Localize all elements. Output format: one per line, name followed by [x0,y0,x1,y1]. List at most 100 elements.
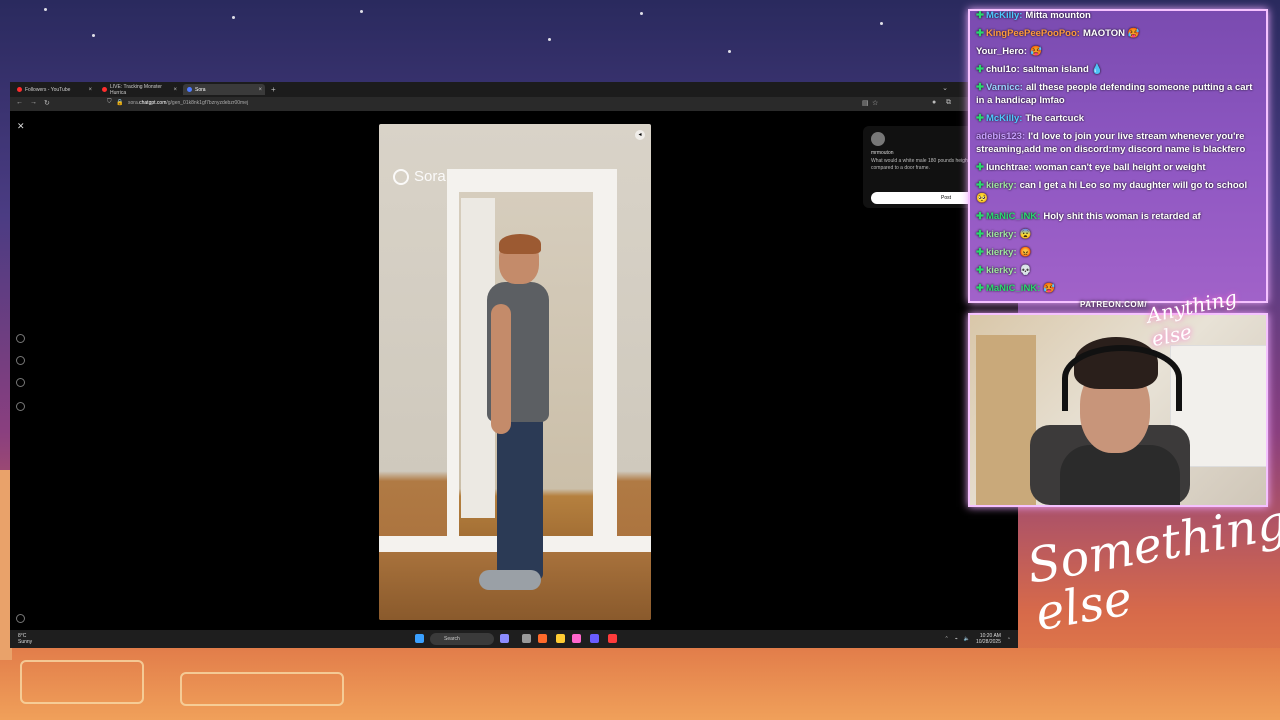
tab-list-icon[interactable]: ⌄ [942,84,948,92]
tab-label: Followers - YouTube [25,86,71,93]
person-hair [499,234,541,254]
profile-icon[interactable] [16,402,25,411]
cam-shirt [1060,445,1180,505]
tab-sora[interactable]: Sora × [183,84,265,95]
sora-icon [187,87,192,92]
taskbar: 8°C Sunny Search ⌃ ⌁ 🔈 10:20 AM 10/28/20… [10,630,1018,648]
reader-icon[interactable]: ▤ [862,99,869,107]
video-player[interactable]: Sora ◂ [379,124,651,620]
tab-youtube[interactable]: Followers - YouTube × [13,84,95,95]
url-field[interactable]: sora.chatgpt.com/g/gen_01k8nk1gf7bznyzde… [128,100,248,106]
weather-widget[interactable]: 8°C Sunny [18,633,32,645]
chat-message: ✚ MaNiC_iNK: Holy shit this woman is retar… [976,211,1201,222]
chat-message: ✚ chul1o: saltman island 💧 [976,64,1104,75]
back-icon[interactable]: ← [16,99,23,106]
chat-text: The cartcuck [1025,113,1085,124]
webcam-feed [968,313,1268,507]
shield-icon[interactable]: ⛉ [107,99,112,106]
chat-text: 🥵 [1030,46,1042,57]
new-tab-icon[interactable]: + [271,85,276,94]
chat-message: ✚ kierky: can I get a hi Leo so my daughte… [976,180,1248,204]
chat-message: ✚ kierky: 💀 [976,265,1032,276]
sora-watermark: Sora [393,168,446,185]
chat-text: 💀 [1019,265,1032,276]
chat-message: Your_Hero: 🥵 [976,46,1258,59]
start-icon[interactable] [415,634,424,643]
clock[interactable]: 10:20 AM 10/28/2025 [976,633,1001,645]
chat-username: adebis123: [976,131,1026,142]
folder-icon[interactable] [556,634,565,643]
obs-icon[interactable] [608,634,617,643]
chat-message: adebis123: I'd love to join your live str… [976,131,1258,156]
close-icon[interactable]: × [88,87,92,93]
url-prefix: sora. [128,100,140,106]
youtube-icon [17,87,22,92]
chat-username: McKilly: [985,10,1023,21]
files-icon[interactable] [522,634,531,643]
chat-message: ✚ Varnicc: all these people defending some… [976,82,1253,106]
tab-live[interactable]: LIVE: Tracking Monster Hurrica × [98,83,180,96]
forward-icon[interactable]: → [30,99,37,106]
chat-text: Holy shit this woman is retarded af [1043,211,1201,222]
tab-label: LIVE: Tracking Monster Hurrica [110,83,162,96]
patreon-label: PATREON.COM/ [1080,300,1148,309]
extension-icon[interactable]: ● [932,99,936,106]
browser-tabstrip: Followers - YouTube × LIVE: Tracking Mon… [10,82,1018,97]
taskbar-search[interactable]: Search [430,633,494,645]
chevron-up-icon[interactable]: ⌃ [944,636,948,642]
home-icon[interactable] [16,334,25,343]
avatar[interactable] [871,132,885,146]
notification-icon[interactable] [16,378,25,387]
puzzle-icon[interactable]: ⧉ [946,99,951,107]
youtube-icon [102,87,107,92]
app-icon[interactable] [572,634,581,643]
reload-icon[interactable]: ↻ [44,99,50,107]
chat-username: kierky: [985,247,1017,258]
ground-crack [20,660,144,704]
chat-message: ✚ McKilly: The cartcuck [976,113,1085,124]
chat-message: ✚ McKilly: Mitta mounton [976,10,1091,21]
ground-crack [180,672,344,706]
prompt-username[interactable]: mrmouton [871,150,894,156]
chat-username: McKilly: [985,113,1023,124]
chat-username: Varnicc: [985,82,1023,93]
person-legs [497,414,543,580]
chat-text: 😨 [1019,229,1032,240]
watermark-label: Sora [414,168,446,185]
weather-desc: Sunny [18,639,33,645]
lock-icon[interactable]: 🔒 [116,99,123,106]
chat-text: 😡 [1019,247,1032,258]
chat-message: ✚ lunchtrae: woman can't eye ball height o… [976,162,1206,173]
search-icon[interactable] [16,356,25,365]
chat-text: Mitta mounton [1025,10,1091,21]
firefox-icon[interactable] [538,634,547,643]
chat-username: kierky: [985,229,1017,240]
chat-username: kierky: [985,265,1017,276]
cam-background-board [976,335,1036,505]
close-icon[interactable]: × [173,87,177,93]
stream-chat: ✚ McKilly: Mitta mounton ✚ KingPeePeePooPoo… [968,9,1268,303]
chat-text: 🥵 [1043,283,1056,294]
bookmark-star-icon[interactable]: ☆ [872,99,878,107]
chat-username: chul1o: [985,64,1020,75]
chat-username: KingPeePeePooPoo: [985,28,1080,39]
clock-date: 10/28/2025 [975,639,1001,645]
sora-logo-icon [393,168,409,185]
chat-username: MaNiC_iNK: [985,283,1041,294]
tab-label: Sora [195,86,206,93]
mute-icon[interactable]: ◂ [635,130,645,140]
headset-icon [1062,345,1182,411]
volume-icon[interactable]: 🔈 [964,636,970,642]
address-bar: ← → ↻ ⛉ 🔒 sora.chatgpt.com/g/gen_01k8nk1… [10,97,1018,111]
chat-username: MaNiC_iNK: [985,211,1041,222]
notification-bell-icon[interactable]: ◔ [1007,636,1010,642]
settings-icon[interactable] [16,614,25,623]
network-icon[interactable]: ⌁ [955,636,958,642]
chat-text: saltman island 💧 [1022,64,1104,75]
person-shoes [479,570,541,590]
discord-icon[interactable] [590,634,599,643]
close-icon[interactable]: × [258,87,262,93]
chat-message: ✚ kierky: 😨 [976,229,1032,240]
app-icon[interactable] [500,634,509,643]
close-viewer-icon[interactable]: ✕ [17,121,25,132]
